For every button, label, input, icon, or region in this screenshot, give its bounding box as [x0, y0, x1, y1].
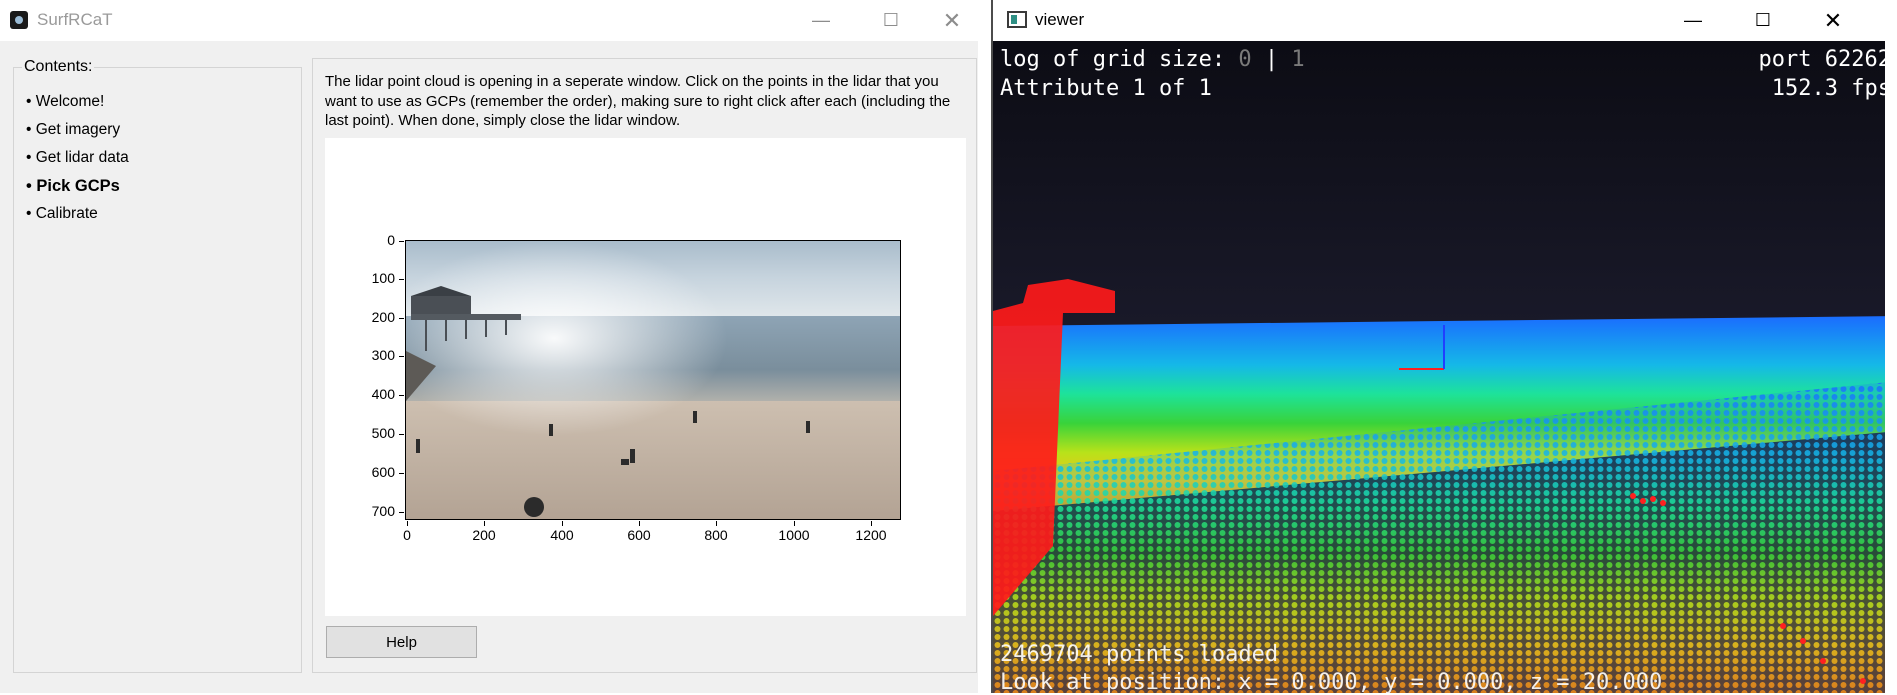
viewer-window: viewer — ☐ ✕ log of grid size: 0 | 1 Att… [991, 0, 1897, 695]
look-at-readout: Look at position: x = 0.000, y = 0.000, … [1000, 670, 1663, 695]
contents-heading: Contents: [22, 58, 95, 76]
maximize-button[interactable]: ☐ [856, 0, 926, 41]
instructions-text: The lidar point cloud is opening in a se… [325, 73, 951, 129]
window-title: SurfRCaT [37, 10, 113, 29]
grid-size-min: 0 [1238, 47, 1252, 72]
x-tick-label: 1200 [841, 521, 901, 543]
maximize-button[interactable]: ☐ [1728, 0, 1798, 41]
image-plot[interactable] [405, 240, 901, 520]
viewer-app-icon [1007, 11, 1027, 28]
x-tick-label: 200 [454, 521, 514, 543]
x-tick-label: 0 [377, 521, 437, 543]
x-tick-label: 1000 [764, 521, 824, 543]
minimize-button[interactable]: — [786, 0, 856, 41]
x-tick-label: 600 [609, 521, 669, 543]
help-button[interactable]: Help [326, 626, 477, 658]
contents-list: • Welcome! • Get imagery • Get lidar dat… [26, 92, 129, 232]
y-tick-label: 600 [355, 464, 404, 480]
y-tick-label: 700 [355, 503, 404, 519]
minimize-button[interactable]: — [1658, 0, 1728, 41]
viewer-scrollbar[interactable] [1885, 41, 1897, 693]
contents-item-get-imagery[interactable]: • Get imagery [26, 120, 129, 148]
y-tick-label: 200 [355, 309, 404, 325]
port-readout: port 62262 [1758, 47, 1891, 72]
attribute-readout: Attribute 1 of 1 [1000, 76, 1212, 101]
close-button[interactable]: ✕ [1798, 0, 1868, 41]
grid-size-readout: log of grid size: 0 | 1 [1000, 47, 1305, 72]
contents-item-welcome[interactable]: • Welcome! [26, 92, 129, 120]
contents-item-calibrate[interactable]: • Calibrate [26, 204, 129, 232]
camera-app-icon [10, 11, 28, 29]
x-tick-label: 800 [686, 521, 746, 543]
viewer-titlebar[interactable]: viewer — ☐ ✕ [993, 0, 1897, 41]
lidar-point-cloud-viewport[interactable] [993, 41, 1897, 693]
y-tick-label: 300 [355, 347, 404, 363]
surfrcat-titlebar[interactable]: SurfRCaT — ☐ ✕ [0, 0, 978, 41]
fps-readout: 152.3 fps [1771, 76, 1891, 101]
y-tick-label: 100 [355, 270, 404, 286]
viewer-title: viewer [1035, 10, 1085, 29]
beach-camera-image [406, 241, 900, 519]
y-tick-label: 500 [355, 425, 404, 441]
contents-item-get-lidar-data[interactable]: • Get lidar data [26, 148, 129, 176]
surfrcat-window: SurfRCaT — ☐ ✕ Contents: • Welcome! • Ge… [0, 0, 978, 693]
y-tick-label: 400 [355, 386, 404, 402]
close-button[interactable]: ✕ [926, 0, 978, 41]
grid-size-max: 1 [1291, 47, 1305, 72]
y-tick-label: 0 [355, 232, 404, 248]
points-loaded-readout: 2469704 points loaded [1000, 642, 1279, 667]
contents-item-pick-gcps[interactable]: • Pick GCPs [26, 176, 129, 204]
x-tick-label: 400 [532, 521, 592, 543]
